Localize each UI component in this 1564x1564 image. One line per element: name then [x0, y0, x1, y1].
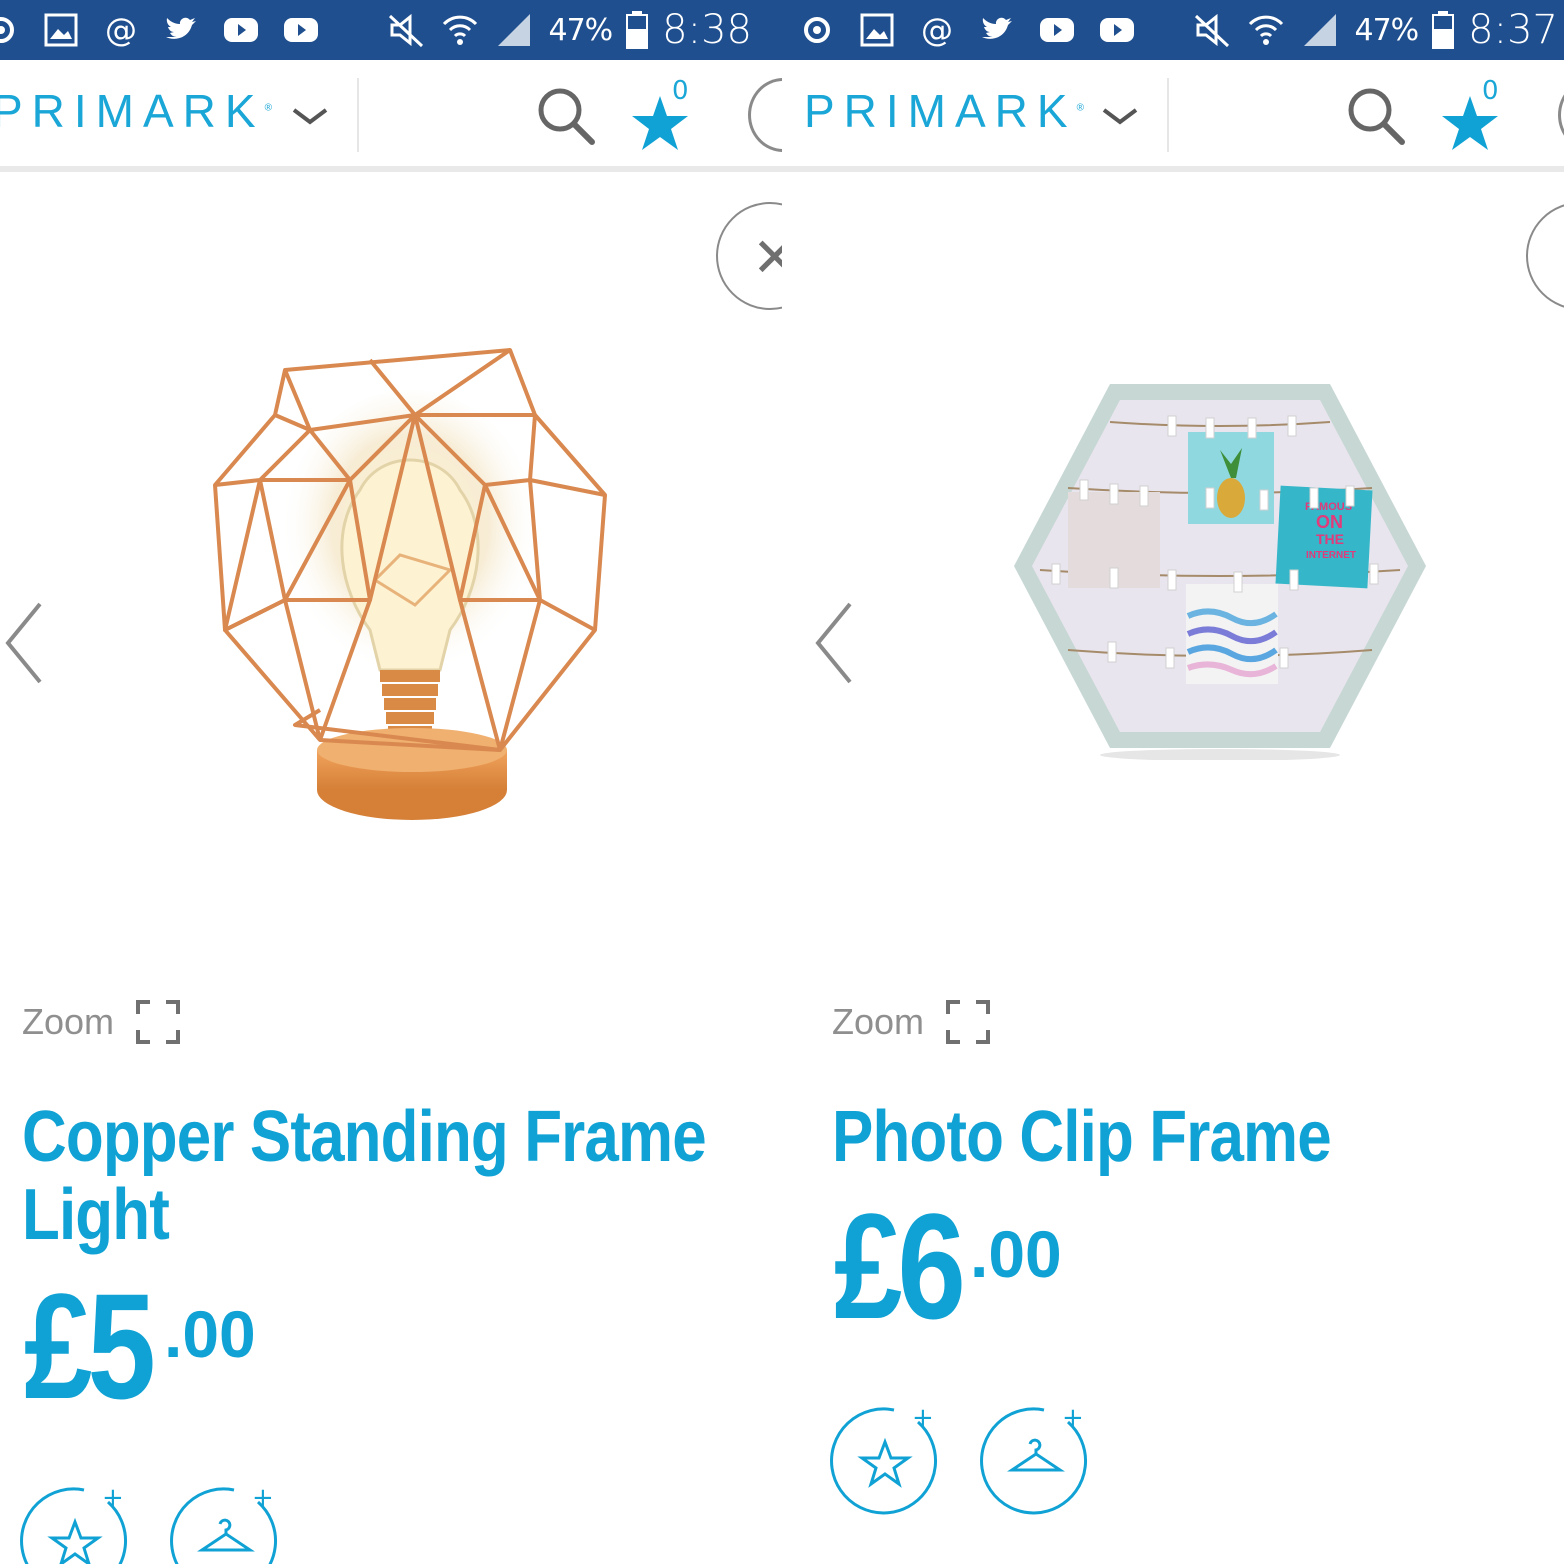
search-icon[interactable]	[1344, 84, 1406, 146]
youtube-icon	[284, 18, 318, 42]
close-button[interactable]	[1526, 202, 1564, 310]
youtube-icon	[224, 18, 258, 42]
account-icon[interactable]	[1558, 78, 1564, 152]
status-bar: @ 47% 8:37	[782, 0, 1564, 60]
youtube-icon	[1040, 18, 1074, 42]
close-icon: ✕	[752, 226, 782, 289]
price-decimal: .00	[970, 1217, 1062, 1291]
header-divider	[1167, 78, 1169, 152]
status-right: 47% 8:38	[386, 0, 752, 60]
add-favourite-button[interactable]: +	[20, 1486, 130, 1564]
chevron-left-icon[interactable]	[2, 600, 46, 686]
product-title: Copper Standing Frame Light	[22, 1097, 707, 1255]
favourites-count: 0	[1482, 76, 1499, 106]
favourites-count: 0	[672, 76, 689, 106]
add-hanger-button[interactable]: +	[980, 1406, 1090, 1516]
zoom-label: Zoom	[832, 1001, 925, 1042]
screenshot-composite: @ 47% 8:38 PRIMARK® 0 ✕ Zoom Copper Stan…	[0, 0, 1564, 1564]
product-panel-left: @ 47% 8:38 PRIMARK® 0 ✕ Zoom Copper Stan…	[0, 0, 782, 1564]
product-image[interactable]	[200, 330, 620, 840]
primark-logo[interactable]: PRIMARK®	[804, 84, 1084, 138]
zoom-icon	[136, 1000, 181, 1044]
sync-icon	[804, 17, 830, 43]
notification-icons: @	[782, 11, 1136, 49]
svg-text:+: +	[102, 1486, 124, 1513]
primark-logo[interactable]: PRIMARK®	[0, 84, 272, 138]
notification-icons: @	[0, 11, 320, 49]
clock: 8:38	[662, 7, 752, 53]
print-text: ON	[1316, 512, 1343, 532]
product-title: Photo Clip Frame	[832, 1097, 1332, 1177]
twitter-icon	[982, 17, 1012, 39]
battery-icon	[1432, 11, 1455, 49]
svg-text:@: @	[105, 11, 137, 49]
gallery-icon	[860, 13, 894, 47]
battery-icon	[626, 11, 649, 49]
mute-icon	[389, 13, 424, 48]
print-text: THE	[1316, 531, 1344, 547]
price-decimal: .00	[164, 1297, 256, 1371]
header-divider	[357, 78, 359, 152]
product-panel-right: @ 47% 8:37 PRIMARK® 0 FAMOUS ON THE INTE…	[782, 0, 1564, 1564]
zoom-label: Zoom	[22, 1001, 115, 1042]
chevron-left-icon[interactable]	[812, 600, 856, 686]
price-main: £5	[24, 1262, 156, 1430]
status-bar: @ 47% 8:38	[0, 0, 782, 60]
gallery-icon	[44, 13, 78, 47]
add-favourite-button[interactable]: +	[830, 1406, 940, 1516]
price-main: £6	[834, 1182, 966, 1350]
product-price: £5 .00	[24, 1260, 256, 1433]
zoom-icon	[946, 1000, 991, 1044]
search-icon[interactable]	[534, 84, 596, 146]
svg-text:+: +	[252, 1486, 274, 1513]
signal-icon	[498, 14, 531, 46]
svg-text:@: @	[921, 11, 953, 49]
zoom-control[interactable]: Zoom	[832, 1000, 991, 1044]
status-right: 47% 8:37	[1192, 0, 1558, 60]
chevron-down-icon[interactable]	[1100, 104, 1140, 128]
product-price: £6 .00	[834, 1180, 1062, 1353]
add-hanger-button[interactable]: +	[170, 1486, 280, 1564]
svg-text:+: +	[912, 1406, 934, 1433]
email-icon: @	[921, 11, 953, 49]
app-header: PRIMARK® 0	[782, 60, 1564, 172]
zoom-control[interactable]: Zoom	[22, 1000, 181, 1044]
close-button[interactable]: ✕	[716, 202, 782, 310]
email-icon: @	[105, 11, 137, 49]
account-icon[interactable]	[748, 78, 782, 152]
app-header: PRIMARK® 0	[0, 60, 782, 172]
clock: 8:37	[1468, 7, 1558, 53]
product-image[interactable]: FAMOUS ON THE INTERNET	[1010, 380, 1430, 760]
battery-percent: 47%	[1354, 12, 1419, 48]
mute-icon	[1195, 13, 1230, 48]
battery-percent: 47%	[548, 12, 613, 48]
favourites-button[interactable]: 0	[1440, 76, 1504, 150]
wifi-icon	[1249, 15, 1284, 45]
chevron-down-icon[interactable]	[290, 104, 330, 128]
signal-icon	[1304, 14, 1337, 46]
wifi-icon	[443, 15, 478, 45]
sync-icon	[0, 17, 14, 43]
youtube-icon	[1100, 18, 1134, 42]
twitter-icon	[166, 17, 196, 39]
svg-text:+: +	[1062, 1406, 1084, 1433]
print-text: INTERNET	[1306, 550, 1356, 561]
favourites-button[interactable]: 0	[630, 76, 694, 150]
